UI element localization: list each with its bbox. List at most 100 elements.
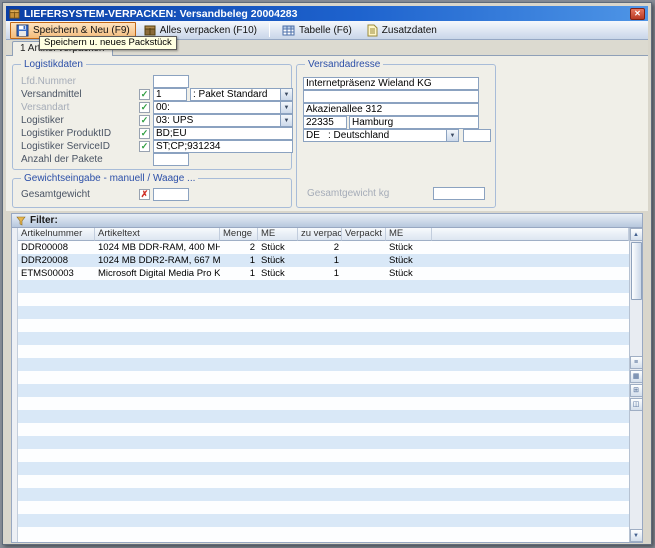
cell [386, 397, 432, 410]
column-header-filler [432, 228, 629, 241]
produktid-input[interactable] [153, 127, 293, 140]
cell [220, 488, 258, 501]
cell-filler [432, 371, 629, 384]
table-row-empty [18, 462, 629, 475]
versandmittel-checkbox[interactable]: ✓ [139, 89, 150, 100]
versandmittel-input[interactable] [153, 88, 187, 101]
field-row-zusatz [297, 90, 495, 103]
cell-filler [432, 462, 629, 475]
cell [95, 410, 220, 423]
scroll-up-icon[interactable]: ▲ [630, 228, 643, 241]
table-row[interactable]: DDR200081024 MB DDR2-RAM, 667 MHz, PC2-5… [18, 254, 629, 267]
grid-tool-icon[interactable]: ⊞ [630, 384, 643, 397]
close-button[interactable]: ✕ [630, 8, 645, 20]
cell: Stück [258, 254, 298, 267]
cell: 1 [220, 254, 258, 267]
cell [342, 462, 386, 475]
serviceid-input[interactable] [153, 140, 293, 153]
cell [298, 488, 342, 501]
table-row-empty [18, 319, 629, 332]
adresse-ort-input[interactable] [349, 116, 479, 129]
serviceid-checkbox[interactable]: ✓ [139, 141, 150, 152]
cell [258, 423, 298, 436]
adresse-name-input[interactable] [303, 77, 479, 90]
column-header[interactable]: Menge [220, 228, 258, 241]
cell [298, 514, 342, 527]
cell [298, 449, 342, 462]
logistiker-combo[interactable]: 03: UPS ▼ [153, 114, 293, 127]
cell [95, 332, 220, 345]
lfdnummer-input[interactable] [153, 75, 189, 88]
adresse-plz-input[interactable] [303, 116, 347, 129]
cell [386, 527, 432, 540]
column-header[interactable]: Artikeltext [95, 228, 220, 241]
adresse-zusatz-input[interactable] [303, 90, 479, 103]
cell [95, 423, 220, 436]
cell [18, 527, 95, 540]
serviceid-label: Logistiker ServiceID [21, 140, 110, 153]
table-row-empty [18, 293, 629, 306]
cell [386, 462, 432, 475]
column-header[interactable]: ME [386, 228, 432, 241]
cell [258, 371, 298, 384]
column-header[interactable]: zu verpacke [298, 228, 342, 241]
cell [18, 293, 95, 306]
versandmittel-combo[interactable]: : Paket Standard ▼ [190, 88, 293, 101]
cell [342, 449, 386, 462]
adresse-land-extra-input[interactable] [463, 129, 491, 142]
adresse-strasse-input[interactable] [303, 103, 479, 116]
articles-grid: Filter: ArtikelnummerArtikeltextMengeMEz… [11, 213, 643, 543]
column-header[interactable]: ME [258, 228, 298, 241]
cell [342, 254, 386, 267]
cell [342, 410, 386, 423]
vertical-scrollbar[interactable]: ▲ ≡▦⊞◫ ▼ [629, 228, 642, 542]
gewicht-kg-input[interactable] [433, 187, 485, 200]
versandmittel-label: Versandmittel [21, 88, 82, 101]
produktid-label: Logistiker ProduktID [21, 127, 111, 140]
gesamtgewicht-label: Gesamtgewicht [21, 188, 90, 201]
column-header[interactable]: Verpackt [342, 228, 386, 241]
cell: DDR00008 [18, 241, 95, 254]
table-row-empty [18, 423, 629, 436]
table-button[interactable]: Tabelle (F6) [276, 22, 358, 39]
cell [342, 371, 386, 384]
field-row-land: DE: Deutschland ▼ [297, 129, 495, 142]
cell [95, 449, 220, 462]
gewichtseingabe-group-title: Gewichtseingabe - manuell / Waage ... [21, 173, 198, 184]
cell [220, 501, 258, 514]
logistiker-checkbox[interactable]: ✓ [139, 115, 150, 126]
table-row[interactable]: DDR000081024 MB DDR-RAM, 400 MHz, PC-320… [18, 241, 629, 254]
cell [386, 332, 432, 345]
cell-filler [432, 501, 629, 514]
versandart-combo[interactable]: 00: ▼ [153, 101, 293, 114]
grid-tool-icon[interactable]: ◫ [630, 398, 643, 411]
cell [342, 436, 386, 449]
extra-data-button[interactable]: Zusatzdaten [360, 22, 443, 39]
table-row[interactable]: ETMS00003Microsoft Digital Media Pro Key… [18, 267, 629, 280]
gewichtseingabe-group: Gewichtseingabe - manuell / Waage ... Ge… [12, 178, 292, 208]
cell [342, 514, 386, 527]
cell [298, 293, 342, 306]
cell [18, 332, 95, 345]
gesamtgewicht-checkbox[interactable]: ✗ [139, 189, 150, 200]
grid-tool-icon[interactable]: ▦ [630, 370, 643, 383]
cell [342, 527, 386, 540]
adresse-land-combo[interactable]: DE: Deutschland ▼ [303, 129, 459, 142]
field-row-strasse [297, 103, 495, 116]
pakete-input[interactable] [153, 153, 189, 166]
column-header[interactable]: Artikelnummer [18, 228, 95, 241]
cell-filler [432, 345, 629, 358]
grid-tool-icon[interactable]: ≡ [630, 356, 643, 369]
extra-data-icon [366, 24, 378, 37]
cell [18, 514, 95, 527]
produktid-checkbox[interactable]: ✓ [139, 128, 150, 139]
table-row-empty [18, 306, 629, 319]
cell [95, 501, 220, 514]
cell-filler [432, 514, 629, 527]
scroll-down-icon[interactable]: ▼ [630, 529, 643, 542]
scrollbar-thumb[interactable] [631, 242, 642, 300]
field-row-produktid: Logistiker ProduktID ✓ [13, 127, 291, 140]
gesamtgewicht-input[interactable] [153, 188, 189, 201]
filter-bar[interactable]: Filter: [11, 213, 643, 227]
versandart-checkbox[interactable]: ✓ [139, 102, 150, 113]
